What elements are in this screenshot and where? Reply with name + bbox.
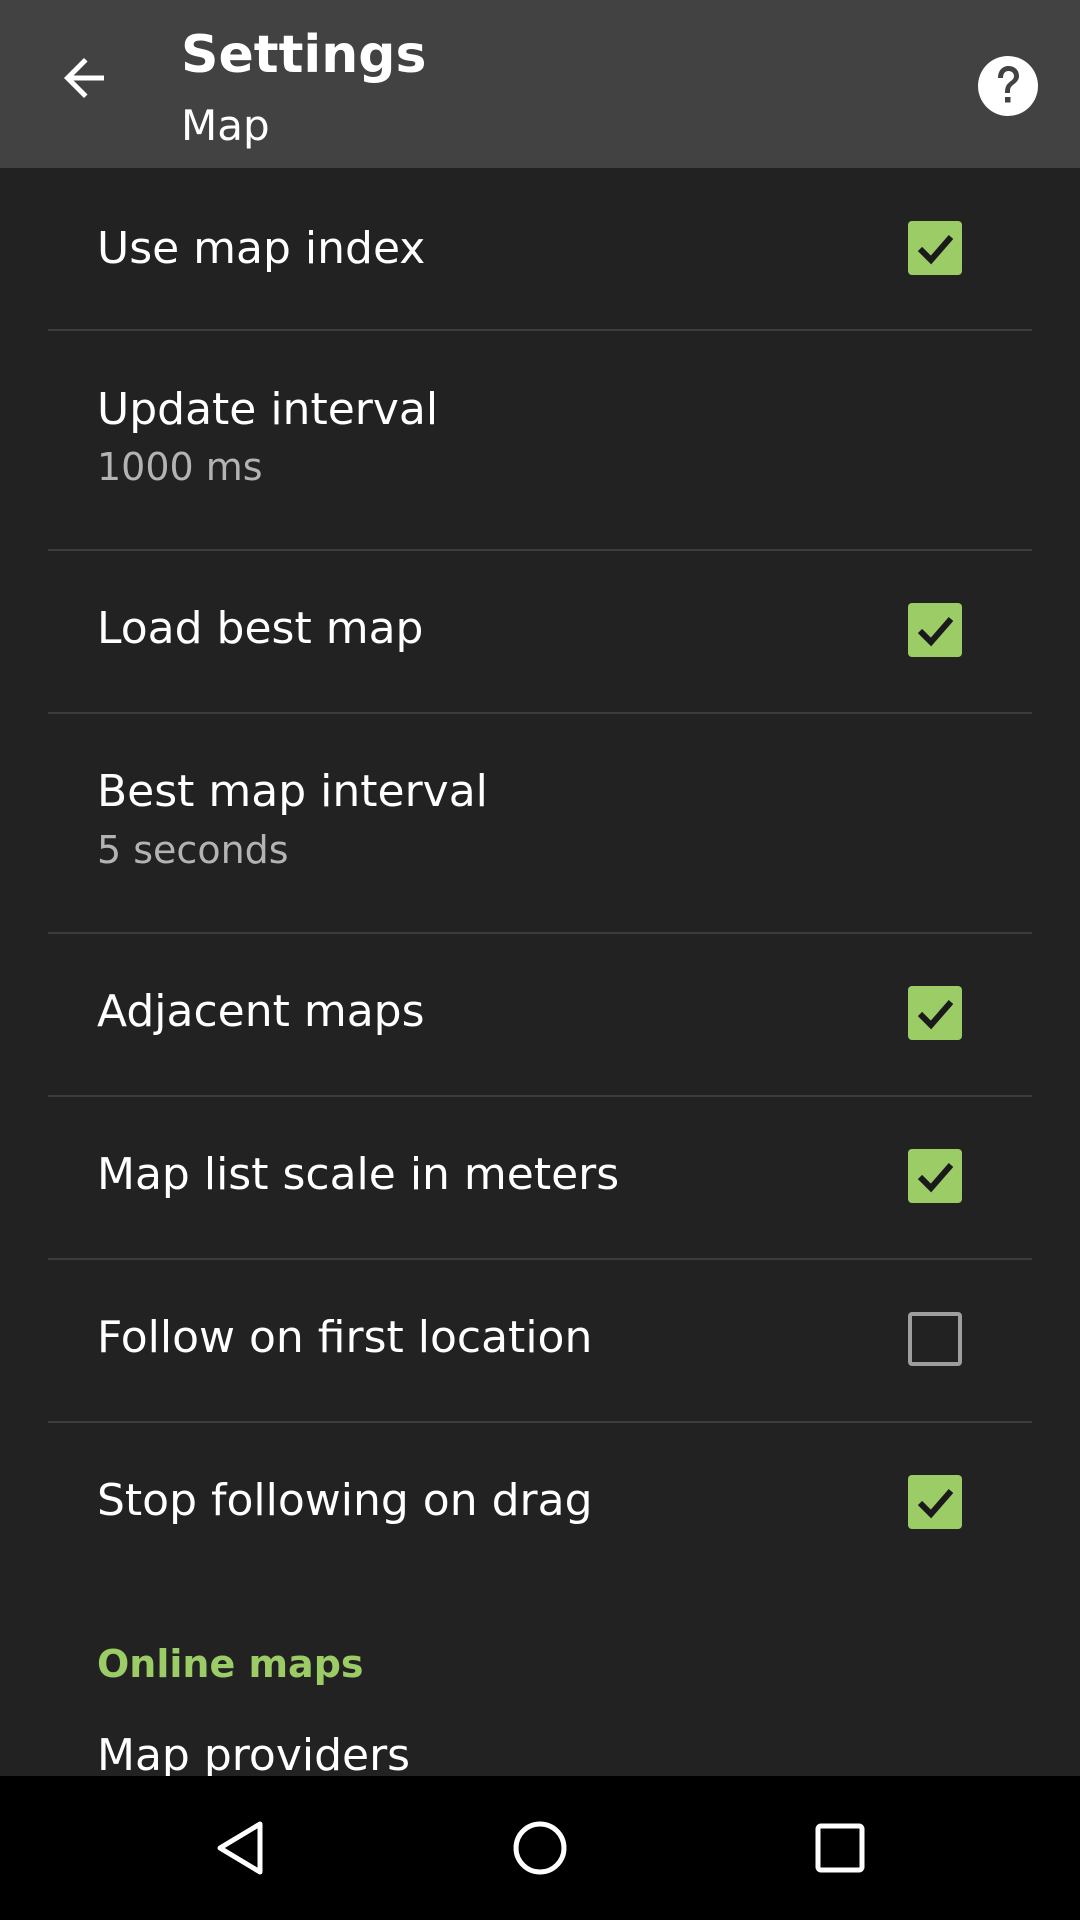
setting-update-interval[interactable]: Update interval 1000 ms — [0, 331, 1080, 548]
load-best-map-checkbox[interactable] — [908, 603, 962, 657]
nav-home-button[interactable] — [490, 1798, 590, 1898]
setting-title: Best map interval — [97, 766, 488, 817]
setting-adjacent-maps[interactable]: Adjacent maps — [0, 934, 1080, 1094]
arrow-left-icon — [64, 58, 104, 98]
setting-title: Map providers — [97, 1730, 411, 1776]
follow-first-location-checkbox[interactable] — [908, 1312, 962, 1366]
setting-title: Stop following on drag — [97, 1475, 593, 1526]
setting-stop-following-drag[interactable]: Stop following on drag — [0, 1423, 1080, 1583]
setting-load-best-map[interactable]: Load best map — [0, 551, 1080, 711]
settings-list: Use map index Update interval 1000 ms Lo… — [0, 168, 1080, 1776]
setting-title: Use map index — [97, 223, 426, 274]
setting-follow-first-location[interactable]: Follow on first location — [0, 1260, 1080, 1420]
use-map-index-checkbox[interactable] — [908, 221, 962, 275]
setting-title: Follow on first location — [97, 1312, 593, 1363]
adjacent-maps-checkbox[interactable] — [908, 986, 962, 1040]
system-nav-bar — [0, 1776, 1080, 1920]
help-button[interactable] — [968, 46, 1048, 126]
setting-title: Adjacent maps — [97, 986, 425, 1037]
setting-title: Load best map — [97, 603, 424, 654]
check-icon — [917, 1163, 954, 1193]
page-subtitle: Map — [181, 101, 270, 150]
circle-home-icon — [513, 1821, 567, 1875]
check-icon — [917, 1489, 954, 1519]
app-bar: Settings Map — [0, 0, 1080, 168]
check-icon — [917, 1000, 954, 1030]
setting-title: Update interval — [97, 384, 439, 435]
setting-summary: 5 seconds — [97, 828, 289, 872]
square-recents-icon — [815, 1823, 865, 1873]
setting-map-list-scale[interactable]: Map list scale in meters — [0, 1097, 1080, 1257]
triangle-back-icon — [217, 1821, 263, 1875]
setting-summary: 1000 ms — [97, 445, 263, 489]
stop-following-drag-checkbox[interactable] — [908, 1475, 962, 1529]
category-online-maps: Online maps — [97, 1642, 364, 1686]
help-circle-icon — [978, 56, 1038, 116]
setting-best-map-interval[interactable]: Best map interval 5 seconds — [0, 714, 1080, 931]
page-title: Settings — [181, 25, 427, 85]
setting-title: Map list scale in meters — [97, 1149, 620, 1200]
setting-map-providers[interactable]: Map providers — [0, 1728, 1080, 1776]
check-icon — [917, 235, 954, 265]
check-icon — [917, 617, 954, 647]
nav-back-button[interactable] — [190, 1798, 290, 1898]
map-list-scale-checkbox[interactable] — [908, 1149, 962, 1203]
nav-recents-button[interactable] — [790, 1798, 890, 1898]
setting-use-map-index[interactable]: Use map index — [0, 168, 1080, 330]
back-button[interactable] — [40, 34, 128, 122]
